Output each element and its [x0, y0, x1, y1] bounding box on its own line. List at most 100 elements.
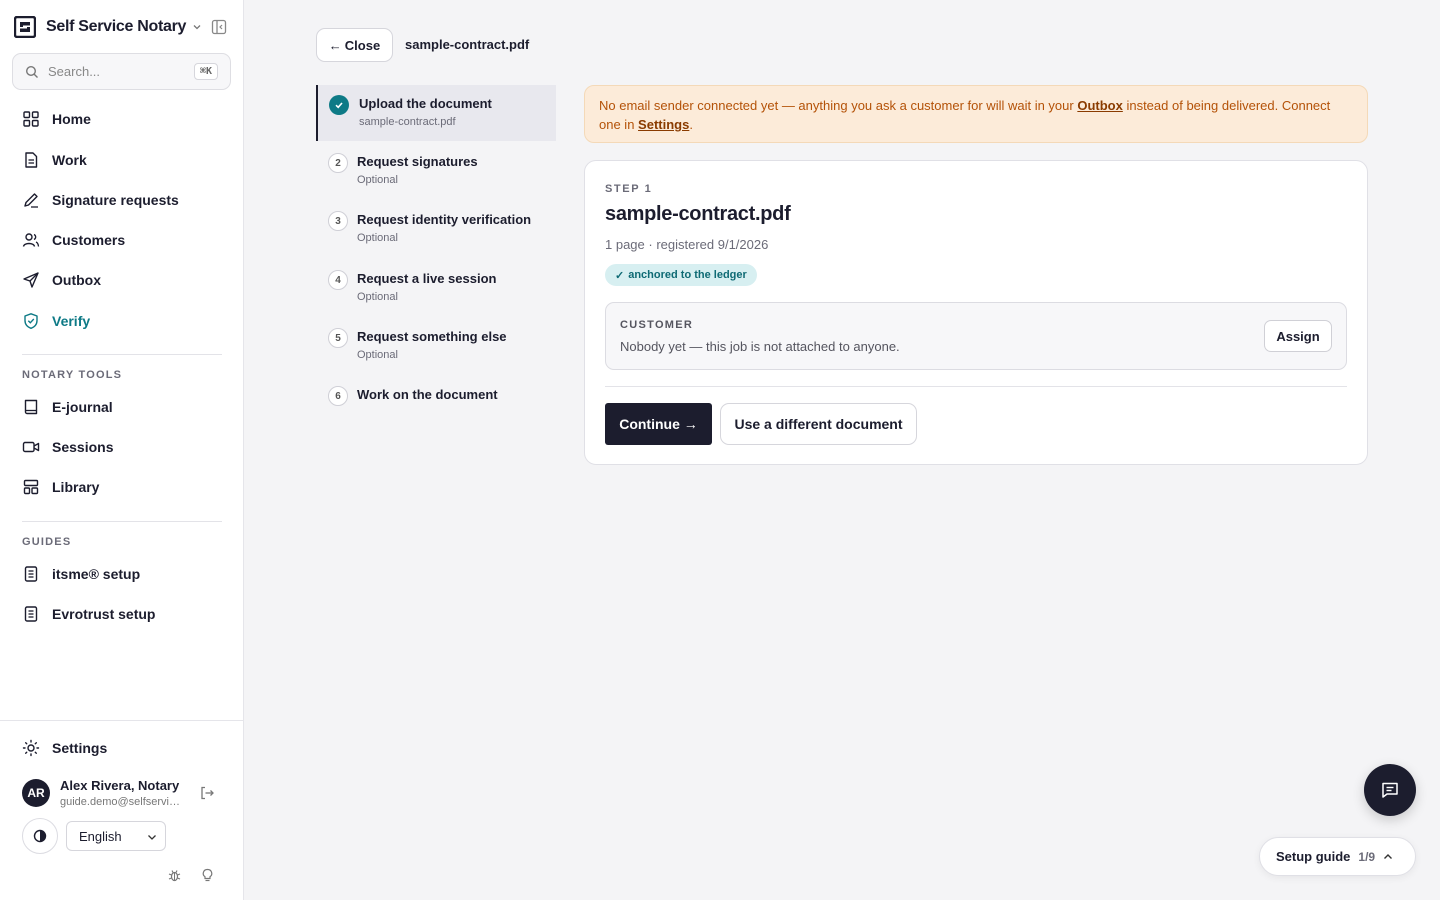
- nav-item-verify[interactable]: Verify: [12, 304, 232, 338]
- nav-item-signature-requests[interactable]: Signature requests: [12, 183, 232, 217]
- step-title: Request identity verification: [357, 212, 532, 227]
- sidebar: Self Service Notary Search... ⌘K Home Wo…: [0, 0, 244, 900]
- logout-icon[interactable]: [199, 785, 215, 801]
- close-button[interactable]: ← Close: [316, 28, 393, 62]
- step-title: Upload the document: [359, 96, 492, 111]
- step-request-live-session[interactable]: 4 Request a live session Optional: [316, 260, 556, 316]
- step-number: 4: [328, 270, 348, 290]
- step-subtitle: Optional: [357, 174, 398, 186]
- banner-text: .: [689, 117, 693, 132]
- library-icon: [23, 479, 39, 495]
- nav-item-sessions[interactable]: Sessions: [12, 430, 232, 464]
- step-label: STEP 1: [605, 183, 653, 195]
- setup-guide-progress: 1/9: [1358, 849, 1376, 864]
- lightbulb-icon[interactable]: [200, 868, 215, 883]
- section-label-guides: GUIDES: [22, 536, 72, 548]
- guide-book-icon: [24, 606, 38, 622]
- users-icon: [22, 233, 40, 247]
- nav-label: Work: [52, 152, 87, 168]
- assign-button[interactable]: Assign: [1264, 320, 1332, 352]
- nav-label: E-journal: [52, 399, 113, 415]
- document-icon: [25, 152, 38, 168]
- card-divider: [605, 386, 1347, 387]
- customer-label: CUSTOMER: [620, 319, 694, 331]
- bug-icon[interactable]: [167, 868, 182, 883]
- nav-item-evrotrust-setup[interactable]: Evrotrust setup: [12, 597, 232, 631]
- nav-item-customers[interactable]: Customers: [12, 223, 232, 257]
- document-title: sample-contract.pdf: [405, 37, 530, 52]
- guide-book-icon: [24, 566, 38, 582]
- step-number: 6: [328, 386, 348, 406]
- shield-check-icon: [24, 313, 38, 329]
- nav-item-outbox[interactable]: Outbox: [12, 263, 232, 297]
- grid-icon: [23, 111, 39, 127]
- setup-guide-toggle[interactable]: Setup guide 1/9: [1259, 837, 1416, 876]
- chat-button[interactable]: [1364, 764, 1416, 816]
- step-number: 2: [328, 153, 348, 173]
- customer-panel: CUSTOMER Nobody yet — this job is not at…: [605, 302, 1347, 370]
- ledger-status-badge: ✓ anchored to the ledger: [605, 264, 757, 286]
- step-upload-document[interactable]: Upload the document sample-contract.pdf: [316, 85, 556, 141]
- nav-item-settings[interactable]: Settings: [12, 731, 232, 765]
- settings-link[interactable]: Settings: [638, 117, 689, 132]
- collapse-sidebar-icon[interactable]: [211, 19, 227, 35]
- brand-name: Self Service Notary: [46, 18, 187, 35]
- chat-icon: [1382, 782, 1398, 798]
- arrow-left-icon: ←: [328, 37, 342, 53]
- nav-divider: [22, 521, 222, 522]
- chevron-down-icon: [193, 25, 201, 30]
- step-title: Work on the document: [357, 387, 498, 402]
- nav-divider: [22, 354, 222, 355]
- user-email: guide.demo@selfservicenotary.com: [60, 796, 182, 808]
- nav-item-library[interactable]: Library: [12, 470, 232, 504]
- document-meta: 1 page · registered 9/1/2026: [605, 237, 769, 252]
- outbox-link[interactable]: Outbox: [1077, 98, 1123, 113]
- nav-label: Customers: [52, 232, 126, 248]
- close-label: Close: [344, 37, 381, 53]
- brand-switcher[interactable]: Self Service Notary: [14, 16, 202, 38]
- section-label-notary-tools: NOTARY TOOLS: [22, 369, 123, 381]
- chevron-up-icon: [1384, 853, 1393, 859]
- book-icon: [24, 399, 38, 415]
- step-complete-check-icon: [329, 95, 349, 115]
- user-profile[interactable]: AR Alex Rivera, Notary guide.demo@selfse…: [22, 778, 182, 808]
- send-icon: [23, 272, 39, 288]
- step-request-identity-verification[interactable]: 3 Request identity verification Optional: [316, 201, 556, 257]
- contrast-icon: [33, 829, 47, 843]
- banner-text: No email sender connected yet — anything…: [599, 98, 1078, 113]
- step-title: Request signatures: [357, 154, 478, 169]
- nav-label: Library: [52, 479, 100, 495]
- nav-label: Verify: [52, 313, 91, 329]
- nav-label: Outbox: [52, 272, 101, 288]
- step-work-on-document[interactable]: 6 Work on the document: [316, 376, 556, 432]
- nav-label: Settings: [52, 740, 108, 756]
- language-select[interactable]: English: [66, 821, 166, 851]
- nav-label: Home: [52, 111, 91, 127]
- theme-toggle-button[interactable]: [22, 818, 58, 854]
- search-input[interactable]: Search...: [48, 64, 194, 79]
- step-request-signatures[interactable]: 2 Request signatures Optional: [316, 143, 556, 199]
- pen-icon: [24, 193, 38, 208]
- nav-item-home[interactable]: Home: [12, 102, 232, 136]
- customer-value: Nobody yet — this job is not attached to…: [620, 339, 900, 354]
- language-selected: English: [79, 828, 122, 844]
- use-different-document-button[interactable]: Use a different document: [720, 403, 917, 445]
- step-subtitle: Optional: [357, 349, 398, 361]
- avatar: AR: [22, 779, 50, 807]
- chevron-down-icon: [148, 835, 156, 840]
- nav-item-work[interactable]: Work: [12, 143, 232, 177]
- check-icon: ✓: [615, 269, 625, 282]
- step-number: 3: [328, 211, 348, 231]
- step-number: 5: [328, 328, 348, 348]
- nav-item-itsme-setup[interactable]: itsme® setup: [12, 557, 232, 591]
- continue-button[interactable]: Continue →: [605, 403, 712, 445]
- nav-label: Evrotrust setup: [52, 606, 156, 622]
- badge-label: anchored to the ledger: [628, 269, 747, 281]
- step-request-something-else[interactable]: 5 Request something else Optional: [316, 318, 556, 374]
- search-box[interactable]: Search... ⌘K: [12, 53, 231, 90]
- nav-item-e-journal[interactable]: E-journal: [12, 390, 232, 424]
- nav-label: Sessions: [52, 439, 114, 455]
- nav-label: itsme® setup: [52, 566, 141, 582]
- brand-logo-icon: [14, 16, 36, 38]
- nav-label: Signature requests: [52, 192, 179, 208]
